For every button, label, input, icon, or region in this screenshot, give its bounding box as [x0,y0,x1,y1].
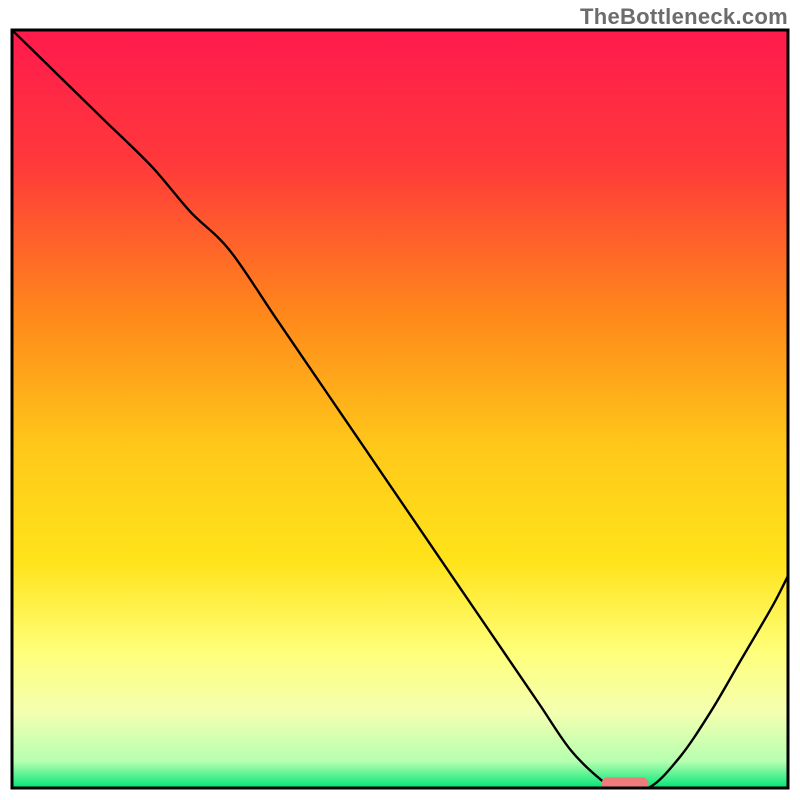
root: TheBottleneck.com [0,0,800,800]
bottleneck-chart [0,0,800,800]
attribution-label: TheBottleneck.com [580,4,788,30]
